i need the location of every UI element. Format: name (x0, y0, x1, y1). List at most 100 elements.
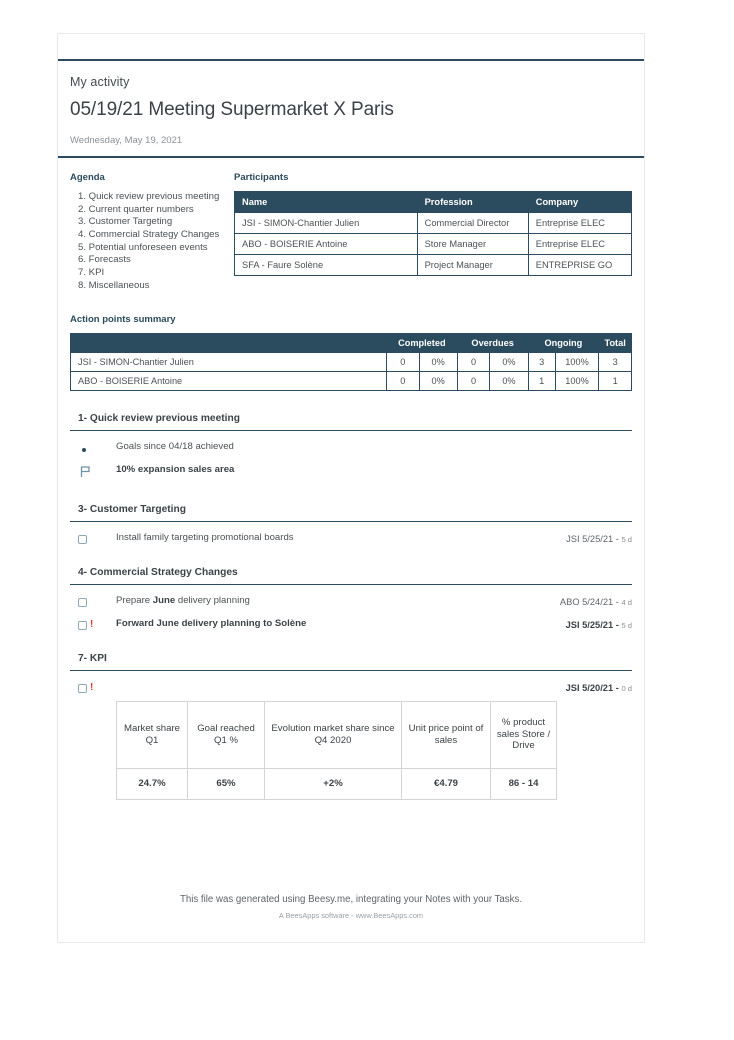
table-header-row: Completed Overdues Ongoing Total (70, 333, 632, 354)
item-text: Forward June delivery planning to Solène (116, 618, 307, 630)
column-header-total: Total (598, 333, 632, 354)
column-header-market-share: Market share Q1 (116, 700, 188, 769)
table-row: JSI - SIMON-Chantier Julien 0 0% 0 0% 3 … (70, 352, 632, 373)
item-duration: 5 d (621, 535, 632, 545)
total-count: 1 (598, 371, 632, 392)
ongoing-percent: 100% (554, 352, 600, 373)
item-owner-due: JSI 5/25/21 - (565, 620, 619, 631)
overdues-count: 0 (456, 371, 491, 392)
section-items: Install family targeting promotional boa… (70, 522, 632, 545)
page-title: 05/19/21 Meeting Supermarket X Paris (70, 99, 394, 120)
item-text: Goals since 04/18 achieved (116, 441, 234, 453)
kpi-value-evolution: +2% (264, 767, 402, 800)
alert-icon: ! (90, 619, 94, 631)
kpi-value-goal-reached: 65% (187, 767, 265, 800)
item-text-post: delivery planning (175, 595, 250, 607)
document-header: My activity 05/19/21 Meeting Supermarket… (58, 61, 644, 158)
participant-profession: Commercial Director (416, 212, 529, 234)
table-header-row: Market share Q1 Goal reached Q1 % Evolut… (116, 700, 557, 769)
table-header-row: Name Profession Company (234, 191, 633, 213)
table-row: 24.7% 65% +2% €4.79 86 - 14 (116, 767, 557, 800)
checkbox-icon[interactable] (78, 684, 87, 694)
footer-company-text: A BeesApps software - www.BeesApps.com (278, 911, 424, 920)
kpi-table-wrapper: Market share Q1 Goal reached Q1 % Evolut… (78, 697, 632, 800)
ongoing-count: 1 (527, 371, 556, 392)
overdues-percent: 0% (489, 371, 529, 392)
item-text: Prepare June delivery planning (116, 595, 560, 607)
participant-name: JSI - SIMON-Chantier Julien (234, 212, 418, 234)
bullet-icon (82, 448, 86, 453)
agenda-participants-row: Agenda 1. Quick review previous meeting … (70, 172, 633, 292)
item-text: Install family targeting promotional boa… (116, 532, 294, 544)
checkbox-icon[interactable] (78, 621, 87, 631)
column-header-owner (70, 333, 387, 354)
column-header-profession: Profession (416, 191, 529, 213)
completed-percent: 0% (418, 371, 458, 392)
action-points-summary-label: Action points summary (70, 314, 176, 326)
section-commercial-strategy-changes: 4- Commercial Strategy Changes Prepare J… (70, 567, 632, 631)
overdues-count: 0 (456, 352, 491, 373)
participant-company: ENTREPRISE GO (527, 254, 633, 276)
item-marker (78, 441, 116, 453)
item-marker (78, 532, 116, 545)
agenda-item: 3. Customer Targeting (78, 216, 173, 228)
section-items: ! JSI 5/20/21 - 0 d Market share Q1 Goal… (70, 671, 632, 800)
participant-name: SFA - Faure Solène (234, 254, 418, 276)
item-meta: JSI 5/25/21 - 5 d (566, 532, 632, 545)
total-count: 3 (598, 352, 632, 373)
kpi-table: Market share Q1 Goal reached Q1 % Evolut… (116, 700, 557, 800)
item-marker: ! (78, 618, 116, 631)
flag-icon (80, 466, 91, 482)
item-meta: JSI 5/20/21 - 0 d (566, 681, 632, 694)
owner-name: ABO - BOISERIE Antoine (70, 371, 387, 392)
agenda-label: Agenda (70, 172, 105, 183)
participants-table: Name Profession Company JSI - SIMON-Chan… (234, 191, 633, 276)
item-marker: ! (78, 681, 116, 694)
checkbox-icon[interactable] (78, 535, 87, 545)
document-footer: This file was generated using Beesy.me, … (58, 894, 644, 920)
document-page: My activity 05/19/21 Meeting Supermarket… (57, 33, 645, 943)
item-text: 10% expansion sales area (116, 463, 235, 475)
item-duration: 4 d (621, 598, 632, 608)
section-items: Goals since 04/18 achieved 10% expansion… (70, 431, 632, 482)
agenda-item: 5. Potential unforeseen events (78, 241, 208, 253)
agenda-item: 4. Commercial Strategy Changes (78, 228, 220, 240)
section-quick-review: 1- Quick review previous meeting Goals s… (70, 413, 632, 482)
column-header-goal-reached: Goal reached Q1 % (187, 700, 265, 769)
owner-name: JSI - SIMON-Chantier Julien (70, 352, 387, 373)
participant-company: Entreprise ELEC (527, 233, 633, 255)
column-header-ongoing: Ongoing (527, 333, 600, 354)
list-item: Prepare June delivery planning ABO 5/24/… (78, 595, 632, 608)
participant-company: Entreprise ELEC (527, 212, 633, 234)
column-header-name: Name (234, 191, 418, 213)
table-row: SFA - Faure Solène Project Manager ENTRE… (234, 254, 633, 276)
completed-count: 0 (385, 352, 420, 373)
item-owner-due: JSI 5/25/21 - (566, 534, 619, 545)
section-heading: 4- Commercial Strategy Changes (70, 567, 632, 586)
agenda-item: 6. Forecasts (78, 254, 131, 266)
action-points-summary-block: Action points summary Completed Overdues… (70, 314, 632, 392)
agenda-item: 7. KPI (78, 266, 105, 278)
item-duration: 5 d (621, 621, 632, 631)
item-marker (78, 595, 116, 608)
section-kpi: 7- KPI ! JSI 5/20/21 - 0 d Market share … (70, 653, 632, 800)
kpi-value-market-share: 24.7% (116, 767, 188, 800)
item-meta: JSI 5/25/21 - 5 d (566, 618, 632, 631)
list-item: ! JSI 5/20/21 - 0 d (78, 681, 632, 694)
item-marker (78, 464, 116, 482)
alert-icon: ! (90, 682, 94, 694)
agenda-block: Agenda 1. Quick review previous meeting … (70, 172, 230, 292)
completed-count: 0 (385, 371, 420, 392)
participants-block: Participants Name Profession Company JSI… (230, 172, 633, 276)
action-points-summary-table: Completed Overdues Ongoing Total JSI - S… (70, 333, 632, 392)
participants-label: Participants (234, 172, 289, 183)
table-row: ABO - BOISERIE Antoine 0 0% 0 0% 1 100% … (70, 371, 632, 392)
completed-percent: 0% (418, 352, 458, 373)
section-heading: 7- KPI (70, 653, 632, 672)
item-text-pre: Prepare (116, 595, 153, 607)
column-header-company: Company (527, 191, 633, 213)
column-header-evolution-market-share: Evolution market share since Q4 2020 (264, 700, 402, 769)
meeting-date: Wednesday, May 19, 2021 (70, 135, 183, 146)
checkbox-icon[interactable] (78, 598, 87, 608)
section-items: Prepare June delivery planning ABO 5/24/… (70, 585, 632, 631)
